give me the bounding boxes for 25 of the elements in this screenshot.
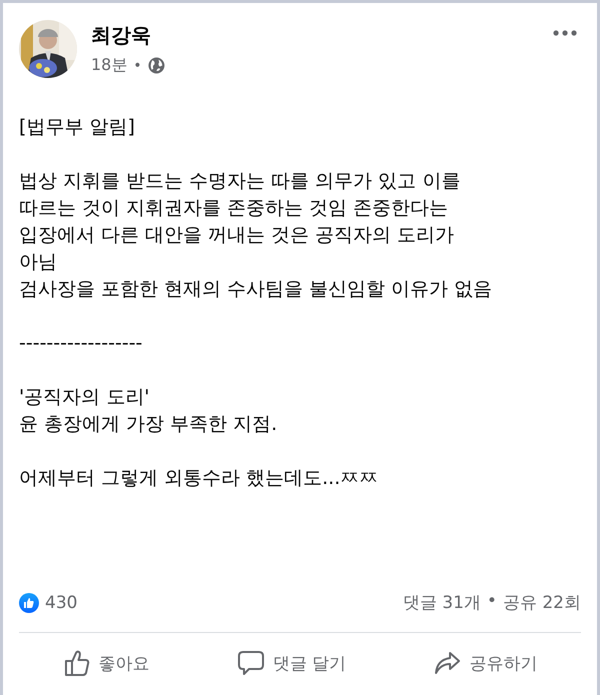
speech-bubble-icon xyxy=(236,649,265,677)
share-count[interactable]: 공유 22회 xyxy=(502,591,581,614)
post-text: 어제부터 그렇게 외통수라 했는데도...ㅉㅉ xyxy=(19,466,380,491)
post-text: 법상 지휘를 받드는 수명자는 따를 의무가 있고 이를 xyxy=(19,169,462,194)
post-text: 따르는 것이 지휘권자를 존중하는 것임 존중한다는 xyxy=(19,196,450,221)
like-reaction-icon xyxy=(19,592,39,612)
share-arrow-icon xyxy=(433,649,462,677)
separator-dot: • xyxy=(133,58,142,74)
comment-button[interactable]: 댓글 달기 xyxy=(230,645,352,681)
post-text: ------------------ xyxy=(19,331,144,356)
post-text: 윤 총장에게 가장 부족한 지점. xyxy=(19,412,278,437)
post-text: '공직자의 도리' xyxy=(19,385,150,410)
post-time[interactable]: 18분 xyxy=(91,55,128,76)
share-button[interactable]: 공유하기 xyxy=(427,645,544,681)
post-text: 입장에서 다른 대안을 꺼내는 것은 공직자의 도리가 xyxy=(19,223,456,248)
thumbs-up-icon xyxy=(62,649,91,677)
like-button[interactable]: 좋아요 xyxy=(56,645,156,681)
post-text: [법무부 알림] xyxy=(19,115,136,140)
author-name[interactable]: 최강욱 xyxy=(91,22,535,49)
post-text: 검사장을 포함한 현재의 수사팀을 불신임할 이유가 없음 xyxy=(19,277,494,302)
separator-dot: • xyxy=(486,591,497,613)
globe-icon xyxy=(148,57,165,74)
comment-count[interactable]: 댓글 31개 xyxy=(402,591,481,614)
like-count: 430 xyxy=(45,592,78,612)
post-text: 아님 xyxy=(19,250,58,275)
